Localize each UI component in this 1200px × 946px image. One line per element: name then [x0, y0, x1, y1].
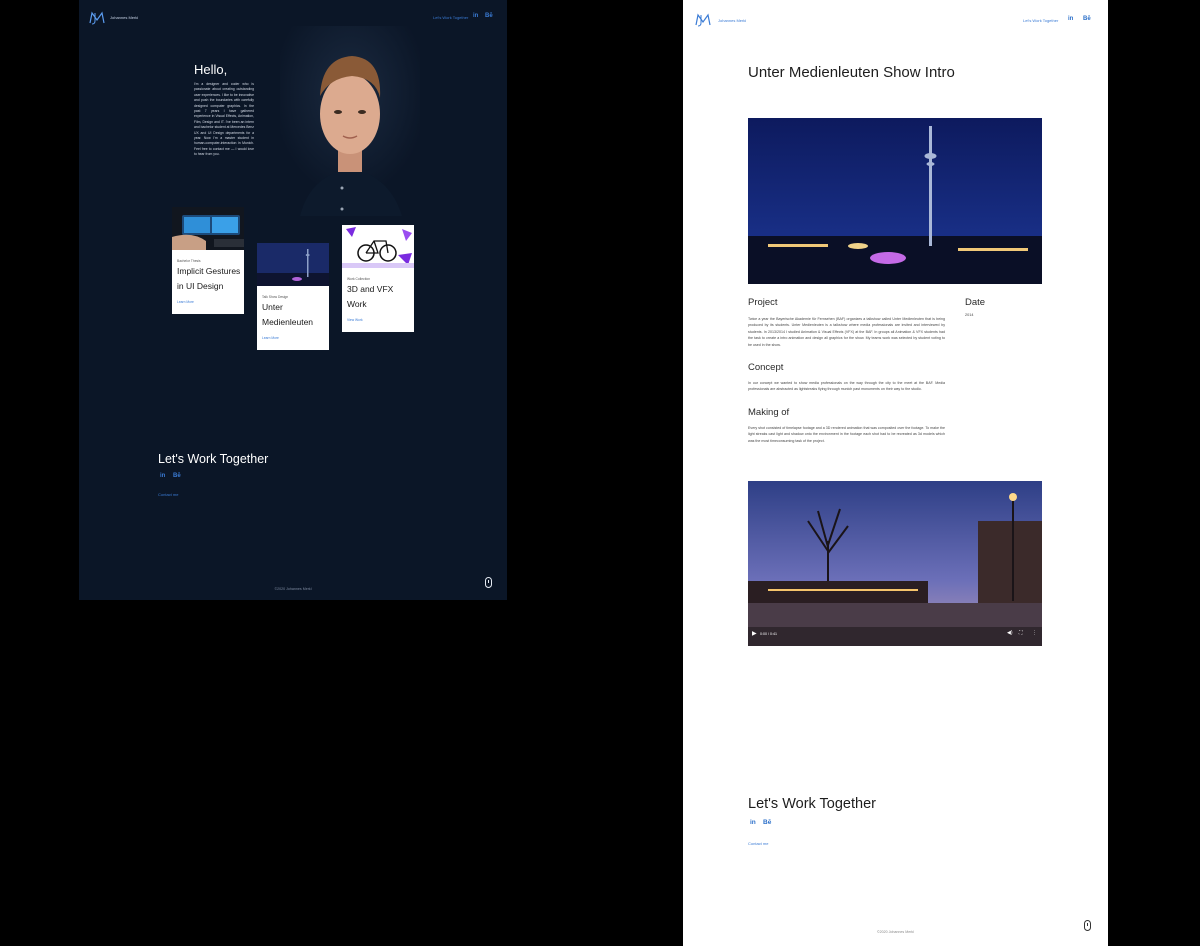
- brand-name[interactable]: Johannes Merkl: [718, 18, 746, 23]
- fullscreen-icon[interactable]: ⛶: [1019, 630, 1023, 636]
- card-category: Talk Show Design: [262, 295, 289, 299]
- play-icon[interactable]: ▶: [752, 630, 757, 637]
- project-card-3d-vfx[interactable]: Work Collection 3D and VFX Work View Wor…: [342, 225, 414, 332]
- card-view-work-link[interactable]: View Work: [347, 318, 363, 322]
- section-heading-project: Project: [748, 297, 778, 308]
- behance-icon[interactable]: Bē: [173, 473, 181, 479]
- behance-icon[interactable]: Bē: [763, 819, 771, 826]
- olympic-tower-night-image: [748, 118, 1042, 284]
- card-learn-more-link[interactable]: Learn More: [262, 336, 279, 340]
- scroll-mouse-icon[interactable]: [1084, 920, 1091, 931]
- nav-work-together-link[interactable]: Let's Work Together: [1023, 18, 1058, 23]
- tower-night-image: [257, 243, 329, 286]
- work-together-heading: Let's Work Together: [158, 452, 269, 466]
- linkedin-icon[interactable]: in: [750, 819, 756, 826]
- project-page: Johannes Merkl Let's Work Together in Bē…: [683, 0, 1108, 946]
- intro-text: I'm a designer and coder who is passiona…: [194, 82, 254, 157]
- volume-icon[interactable]: ◀): [1007, 630, 1013, 636]
- section-text-making-of: Every shot consisted of timelapse footag…: [748, 426, 945, 443]
- project-card-bachelor-thesis[interactable]: Bachelor Thesis Implicit Gestures in UI …: [172, 207, 244, 314]
- scroll-mouse-icon[interactable]: [485, 577, 492, 588]
- card-learn-more-link[interactable]: Learn More: [177, 300, 194, 304]
- more-options-icon[interactable]: ⋮: [1032, 630, 1037, 636]
- logo-icon[interactable]: [89, 11, 105, 25]
- footer-copyright: ©2020 Johannes Merkl: [274, 587, 312, 591]
- behance-icon[interactable]: Bē: [1083, 16, 1091, 22]
- section-text-concept: In our concept we wanted to show media p…: [748, 381, 945, 392]
- section-heading-making-of: Making of: [748, 407, 790, 418]
- date-value: 2014: [965, 313, 974, 317]
- work-together-heading: Let's Work Together: [748, 796, 876, 812]
- video-player[interactable]: ▶ 0:00 / 0:41 ◀) ⛶ ⋮: [748, 481, 1042, 646]
- card-title[interactable]: Unter Medienleuten: [262, 300, 326, 330]
- contact-link[interactable]: Contact me: [158, 492, 178, 497]
- home-page: Johannes Merkl Let's Work Together in Bē…: [79, 0, 507, 600]
- date-heading: Date: [965, 297, 986, 308]
- card-category: Work Collection: [347, 277, 371, 281]
- brand-name[interactable]: Johannes Merkl: [110, 15, 138, 20]
- portrait-photo: [280, 26, 420, 216]
- linkedin-icon[interactable]: in: [160, 473, 165, 479]
- section-text-project: Twice a year the Bayerische Akademie für…: [748, 317, 945, 347]
- square-dusk-video-frame: [748, 481, 1042, 646]
- card-title[interactable]: Implicit Gestures in UI Design: [177, 264, 241, 294]
- greeting-heading: Hello,: [194, 62, 228, 77]
- footer-copyright: ©2020 Johannes Merkl: [876, 930, 914, 934]
- card-category: Bachelor Thesis: [177, 259, 201, 263]
- project-title: Unter Medienleuten Show Intro: [748, 64, 955, 81]
- linkedin-icon[interactable]: in: [1068, 16, 1073, 22]
- nav-work-together-link[interactable]: Let's Work Together: [433, 15, 468, 20]
- logo-icon[interactable]: [695, 13, 711, 27]
- section-heading-concept: Concept: [748, 362, 784, 373]
- car-interior-image: [172, 207, 244, 250]
- contact-link[interactable]: Contact me: [748, 841, 768, 846]
- behance-icon[interactable]: Bē: [485, 13, 493, 19]
- project-card-talk-show[interactable]: Talk Show Design Unter Medienleuten Lear…: [257, 243, 329, 350]
- video-time: 0:00 / 0:41: [760, 632, 777, 636]
- bicycle-render-image: [342, 225, 414, 268]
- linkedin-icon[interactable]: in: [473, 13, 478, 19]
- card-title[interactable]: 3D and VFX Work: [347, 282, 411, 312]
